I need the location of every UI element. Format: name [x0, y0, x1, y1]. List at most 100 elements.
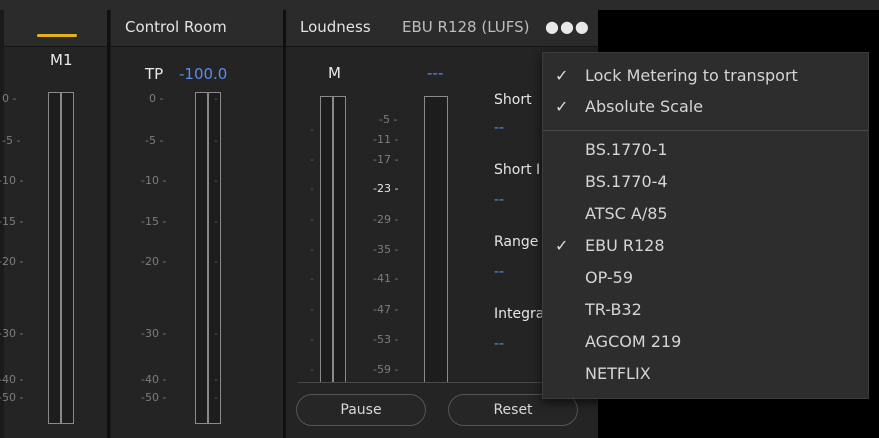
cr-right-dash: - — [214, 215, 218, 228]
loudness-scale-tick: -29 - — [373, 213, 399, 226]
menu-item-tr-b32[interactable]: TR-B32 — [543, 295, 868, 325]
range-value: -- — [494, 264, 505, 280]
cr-meter-bar-left — [195, 92, 208, 424]
m1-meter-bar-left — [48, 92, 61, 424]
short-term-label: Short — [494, 92, 532, 108]
menu-item-label: Lock Metering to transport — [585, 66, 798, 85]
cr-scale-tick: -40 - — [141, 373, 167, 386]
menu-item-lock-metering[interactable]: ✓ Lock Metering to transport — [543, 61, 868, 91]
loudness-left-dash: - — [310, 333, 314, 346]
m1-channel-label: M1 — [50, 51, 73, 69]
cr-right-dash: - — [214, 174, 218, 187]
cr-right-dash: - — [214, 255, 218, 268]
loudness-left-dash: - — [310, 123, 314, 136]
cr-scale-tick: 0 - — [149, 92, 164, 105]
loudness-left-dash: - — [310, 182, 314, 195]
cr-scale-tick: -10 - — [141, 174, 167, 187]
menu-item-label: OP-59 — [585, 268, 634, 287]
m1-scale-tick: -30 - — [0, 327, 24, 340]
menu-item-absolute-scale[interactable]: ✓ Absolute Scale — [543, 92, 868, 122]
loudness-title: Loudness — [300, 18, 371, 36]
short-term-max-label: Short I — [494, 162, 541, 178]
menu-item-label: NETFLIX — [585, 364, 651, 383]
loudness-target-tick: -23 - — [373, 182, 399, 195]
menu-separator — [543, 130, 868, 131]
menu-item-bs1770-4[interactable]: BS.1770-4 — [543, 167, 868, 197]
cr-scale-tick: -30 - — [141, 327, 167, 340]
loudness-left-dash: - — [310, 153, 314, 166]
menu-item-label: EBU R128 — [585, 236, 665, 255]
loudness-scale-tick: -41 - — [373, 272, 399, 285]
control-room-title: Control Room — [125, 18, 227, 36]
menu-item-label: Absolute Scale — [585, 97, 704, 116]
cr-right-dash: - — [214, 92, 218, 105]
check-icon: ✓ — [555, 97, 569, 116]
loudness-scale-tick: -5 - — [379, 113, 398, 126]
loudness-scale-tick: -47 - — [373, 303, 399, 316]
cr-scale-tick: -50 - — [141, 391, 167, 404]
loudness-left-dash: - — [310, 272, 314, 285]
cr-right-dash: - — [214, 134, 218, 147]
menu-item-agcom-219[interactable]: AGCOM 219 — [543, 327, 868, 357]
loudness-left-dash: - — [310, 363, 314, 376]
menu-item-label: BS.1770-4 — [585, 172, 668, 191]
m1-scale-tick: -50 - — [0, 391, 24, 404]
loudness-left-dash: - — [310, 243, 314, 256]
loudness-standard: EBU R128 (LUFS) — [402, 18, 530, 36]
short-term-max-value: -- — [494, 192, 505, 208]
cr-right-dash: - — [214, 391, 218, 404]
control-room-header: Control Room — [111, 10, 283, 47]
m1-meter-bar-right — [61, 92, 74, 424]
true-peak-value: -100.0 — [179, 65, 228, 83]
loudness-scale-tick: -17 - — [373, 153, 399, 166]
cr-scale-tick: -15 - — [141, 215, 167, 228]
check-icon: ✓ — [555, 66, 569, 85]
panel-divider — [107, 10, 110, 438]
loudness-meter-bar-right — [333, 96, 346, 383]
channel-color-strip — [37, 34, 77, 37]
integrated-value: -- — [494, 336, 505, 352]
menu-item-label: ATSC A/85 — [585, 204, 668, 223]
menu-item-label: AGCOM 219 — [585, 332, 682, 351]
control-room-panel: Control Room TP -100.0 0 - -5 - -10 - -1… — [111, 10, 283, 438]
cr-scale-tick: -20 - — [141, 255, 167, 268]
momentary-value: --- — [427, 64, 444, 82]
loudness-scale-tick: -53 - — [373, 333, 399, 346]
m1-scale-tick: -10 - — [0, 174, 24, 187]
loudness-left-dash: - — [310, 303, 314, 316]
m1-meter-panel: M1 0 - -5 - -10 - -15 - -20 - -30 - -40 … — [0, 10, 107, 438]
loudness-scale-tick: -59 - — [373, 363, 399, 376]
check-icon: ✓ — [555, 236, 569, 255]
menu-item-bs1770-1[interactable]: BS.1770-1 — [543, 135, 868, 165]
cr-right-dash: - — [214, 373, 218, 386]
menu-item-ebu-r128[interactable]: ✓ EBU R128 — [543, 231, 868, 261]
loudness-meter-bar-left — [320, 96, 333, 383]
m1-scale-tick: -40 - — [0, 373, 24, 386]
momentary-label: M — [328, 64, 341, 82]
menu-item-netflix[interactable]: NETFLIX — [543, 359, 868, 389]
more-dots-icon[interactable]: ●●● — [545, 17, 590, 36]
cr-scale-tick: -5 - — [145, 134, 164, 147]
true-peak-label: TP — [145, 65, 164, 83]
loudness-options-menu: ✓ Lock Metering to transport ✓ Absolute … — [542, 52, 869, 399]
cr-right-dash: - — [214, 327, 218, 340]
m1-scale-tick: -15 - — [0, 215, 24, 228]
meter-window: M1 0 - -5 - -10 - -15 - -20 - -30 - -40 … — [0, 0, 879, 438]
loudness-scale-tick: -35 - — [373, 243, 399, 256]
range-label: Range — [494, 234, 539, 250]
m1-scale-tick: 0 - — [2, 92, 17, 105]
menu-item-atsc-a85[interactable]: ATSC A/85 — [543, 199, 868, 229]
loudness-left-dash: - — [310, 213, 314, 226]
m1-header — [4, 10, 107, 47]
menu-item-op-59[interactable]: OP-59 — [543, 263, 868, 293]
m1-scale-tick: -20 - — [0, 255, 24, 268]
short-term-value: -- — [494, 120, 505, 136]
menu-item-label: BS.1770-1 — [585, 140, 668, 159]
window-top-border — [0, 0, 879, 10]
pause-button[interactable]: Pause — [296, 394, 426, 426]
m1-scale-tick: -5 - — [2, 134, 21, 147]
menu-item-label: TR-B32 — [585, 300, 642, 319]
integrated-label: Integra — [494, 306, 545, 322]
loudness-scale-tick: -11 - — [373, 133, 399, 146]
loudness-short-term-bar — [424, 96, 448, 383]
